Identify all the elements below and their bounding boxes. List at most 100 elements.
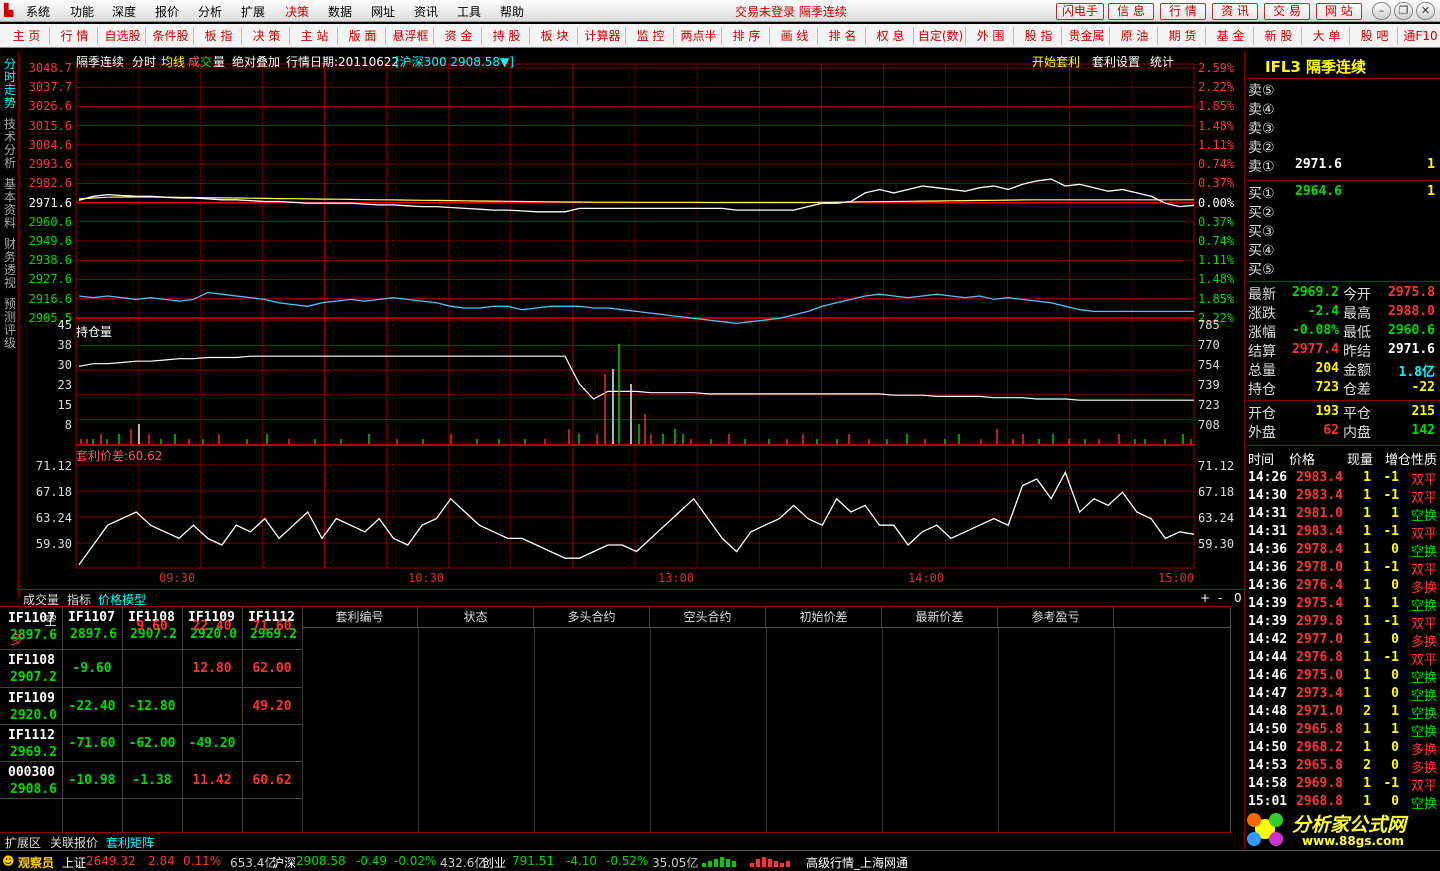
vtab-financials[interactable]: 财务透视 <box>2 238 18 290</box>
volume-label-3[interactable]: 量 <box>213 53 225 70</box>
news-button[interactable]: 资 讯 <box>1212 3 1258 20</box>
matrix-spread-cell[interactable]: -10.98 <box>62 773 122 788</box>
menu-data[interactable]: 数据 <box>328 3 352 20</box>
toolbar-button-18[interactable]: 权 息 <box>868 27 914 45</box>
toolbar-button-27[interactable]: 大 单 <box>1304 27 1350 45</box>
tab-arbitrage-matrix[interactable]: 套利矩阵 <box>106 834 154 851</box>
matrix-row-name[interactable]: IF1112 <box>8 728 55 743</box>
toolbar-button-13[interactable]: 监 控 <box>628 27 674 45</box>
menu-decision[interactable]: 决策 <box>285 3 309 20</box>
intraday-chart[interactable]: 隔季连续 分时 均线 成 交 量 绝对叠加 行情日期:20110622 [沪深3… <box>20 52 1242 589</box>
matrix-row-name[interactable]: IF1108 <box>8 653 55 668</box>
start-arbitrage-button[interactable]: 开始套利 <box>1032 53 1080 70</box>
trade-button[interactable]: 交 易 <box>1264 3 1310 20</box>
avg-line-label[interactable]: 均线 <box>161 53 185 70</box>
website-button[interactable]: 网 站 <box>1316 3 1362 20</box>
minimize-icon[interactable]: – <box>1372 2 1391 20</box>
matrix-spread-cell[interactable]: 49.20 <box>242 699 302 714</box>
toolbar-button-10[interactable]: 持 股 <box>484 27 530 45</box>
matrix-spread-cell[interactable]: -1.38 <box>122 773 182 788</box>
matrix-spread-cell[interactable]: -22.40 <box>62 699 122 714</box>
statistics-button[interactable]: 统计 <box>1150 53 1174 70</box>
toolbar-button-1[interactable]: 行 情 <box>52 27 98 45</box>
market-button[interactable]: 行 情 <box>1160 3 1206 20</box>
mode-label[interactable]: 分时 <box>132 53 156 70</box>
cy-label[interactable]: 创业 <box>482 854 506 871</box>
toolbar-button-3[interactable]: 条件股 <box>148 27 194 45</box>
matrix-spread-cell[interactable]: 60.62 <box>242 773 302 788</box>
toolbar-button-4[interactable]: 板 指 <box>196 27 242 45</box>
toolbar-button-0[interactable]: 主 页 <box>4 27 50 45</box>
matrix-spread-cell[interactable]: -49.20 <box>182 736 242 751</box>
matrix-spread-cell[interactable]: -71.60 <box>62 736 122 751</box>
toolbar-button-15[interactable]: 排 序 <box>724 27 770 45</box>
arb-table-header[interactable]: 初始价差 <box>766 607 882 627</box>
toolbar-button-22[interactable]: 贵金属 <box>1064 27 1110 45</box>
menu-depth[interactable]: 深度 <box>112 3 136 20</box>
matrix-spread-cell[interactable]: 22.40 <box>182 619 242 634</box>
toolbar-button-29[interactable]: 通F10 <box>1400 27 1440 45</box>
menu-analysis[interactable]: 分析 <box>198 3 222 20</box>
menu-extend[interactable]: 扩展 <box>241 3 265 20</box>
toolbar-button-2[interactable]: 自选股 <box>100 27 146 45</box>
toolbar-button-25[interactable]: 基 金 <box>1208 27 1254 45</box>
toolbar-button-28[interactable]: 股 吧 <box>1352 27 1398 45</box>
vtab-forecast[interactable]: 预测评级 <box>2 298 18 350</box>
close-icon[interactable]: ✕ <box>1416 2 1435 20</box>
matrix-spread-cell[interactable]: 11.42 <box>182 773 242 788</box>
matrix-spread-cell[interactable]: 12.80 <box>182 661 242 676</box>
arb-table-header[interactable]: 参考盈亏 <box>998 607 1114 627</box>
toolbar-button-9[interactable]: 资 金 <box>436 27 482 45</box>
menu-help[interactable]: 帮助 <box>500 3 524 20</box>
matrix-spread-cell[interactable]: -62.00 <box>122 736 182 751</box>
arbitrage-settings-button[interactable]: 套利设置 <box>1092 53 1140 70</box>
matrix-col-name[interactable]: IF1107 <box>68 610 115 625</box>
menu-quote[interactable]: 报价 <box>155 3 179 20</box>
vtab-technical[interactable]: 技术分析 <box>2 118 18 170</box>
arb-table-header[interactable]: 多头合约 <box>534 607 650 627</box>
volume-label-2[interactable]: 交 <box>200 53 212 70</box>
bid-price[interactable]: 2964.6 <box>1295 184 1342 199</box>
toolbar-button-5[interactable]: 决 策 <box>244 27 290 45</box>
matrix-spread-cell[interactable]: 9.60 <box>122 619 182 634</box>
toolbar-button-20[interactable]: 外 围 <box>968 27 1014 45</box>
matrix-row-name[interactable]: IF1109 <box>8 691 55 706</box>
toolbar-button-12[interactable]: 计算器 <box>580 27 626 45</box>
flash-trade-button[interactable]: 闪电手 <box>1056 3 1104 20</box>
toolbar-button-23[interactable]: 原 油 <box>1112 27 1158 45</box>
menu-system[interactable]: 系统 <box>26 3 50 20</box>
menu-function[interactable]: 功能 <box>70 3 94 20</box>
toolbar-button-8[interactable]: 悬浮框 <box>388 27 434 45</box>
toolbar-button-11[interactable]: 板 块 <box>532 27 578 45</box>
vtab-intraday[interactable]: 分时走势 <box>2 58 18 110</box>
matrix-spread-cell[interactable]: -9.60 <box>62 661 122 676</box>
tab-related-quotes[interactable]: 关联报价 <box>50 834 98 851</box>
ask-price[interactable]: 2971.6 <box>1295 157 1342 172</box>
toolbar-button-16[interactable]: 画 线 <box>772 27 818 45</box>
volume-label-1[interactable]: 成 <box>188 53 200 70</box>
matrix-spread-cell[interactable]: 71.60 <box>242 619 302 634</box>
matrix-spread-cell[interactable]: -12.80 <box>122 699 182 714</box>
zoom-out-icon[interactable]: - <box>1218 591 1222 605</box>
arb-table-header[interactable]: 状态 <box>418 607 534 627</box>
matrix-spread-cell[interactable]: 62.00 <box>242 661 302 676</box>
toolbar-button-24[interactable]: 期 货 <box>1160 27 1206 45</box>
reset-zoom-icon[interactable]: 0 <box>1234 591 1242 605</box>
menu-news[interactable]: 资讯 <box>414 3 438 20</box>
toolbar-button-17[interactable]: 排 名 <box>820 27 866 45</box>
toolbar-button-7[interactable]: 版 面 <box>340 27 386 45</box>
overlay-mode[interactable]: 绝对叠加 <box>232 53 280 70</box>
arb-table-header[interactable]: 套利编号 <box>302 607 418 627</box>
toolbar-button-19[interactable]: 自定(数) <box>916 27 966 45</box>
menu-web[interactable]: 网址 <box>371 3 395 20</box>
toolbar-button-14[interactable]: 两点半 <box>676 27 722 45</box>
index-overlay[interactable]: [沪深300 2908.58▼] <box>395 53 514 70</box>
restore-icon[interactable]: ❐ <box>1394 2 1413 20</box>
tab-extension[interactable]: 扩展区 <box>5 834 41 851</box>
matrix-row-name[interactable]: 000300 <box>8 765 55 780</box>
toolbar-button-6[interactable]: 主 站 <box>292 27 338 45</box>
zoom-in-icon[interactable]: + <box>1200 591 1210 605</box>
sh-label[interactable]: 上证 <box>62 854 86 871</box>
vtab-fundamentals[interactable]: 基本资料 <box>2 178 18 230</box>
arb-table-header[interactable]: 最新价差 <box>882 607 998 627</box>
